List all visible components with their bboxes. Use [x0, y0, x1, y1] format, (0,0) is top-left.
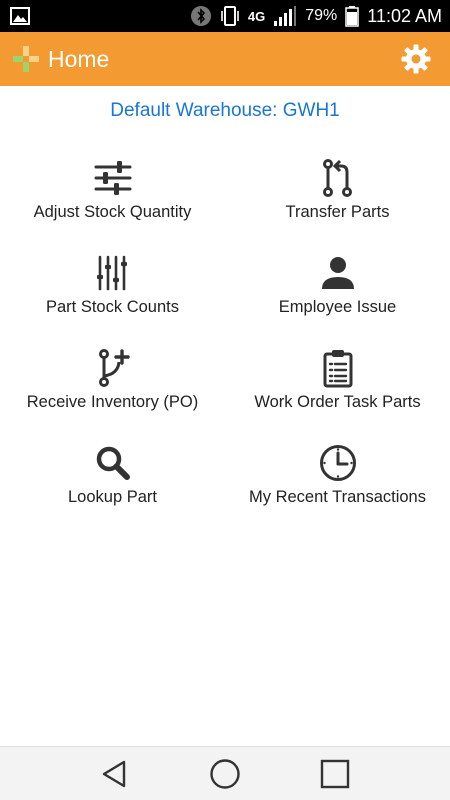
back-triangle-icon: [102, 760, 126, 787]
clipboard-icon: [323, 350, 352, 388]
back-button[interactable]: [95, 754, 135, 794]
person-icon: [321, 257, 354, 289]
menu-item-label: Part Stock Counts: [46, 298, 179, 316]
home-circle-icon: [210, 758, 240, 789]
status-bar-right: 4G 79% 11:02 AM: [190, 5, 442, 27]
menu-item-label: Lookup Part: [68, 488, 157, 506]
sliders-icon: [94, 161, 131, 195]
status-bar-left: [10, 7, 30, 25]
recents-button[interactable]: [315, 754, 355, 794]
page-title: Home: [48, 45, 110, 72]
counts-icon: [96, 255, 127, 291]
menu-item-employee-issue[interactable]: Employee Issue: [225, 253, 450, 348]
clock-icon: [319, 445, 356, 481]
search-icon: [96, 446, 130, 480]
menu-item-label: Receive Inventory (PO): [26, 393, 199, 411]
gear-icon[interactable]: [400, 43, 432, 75]
default-warehouse-link[interactable]: Default Warehouse: GWH1: [0, 100, 450, 122]
menu-item-part-stock-counts[interactable]: Part Stock Counts: [0, 253, 225, 348]
app-logo-icon: [13, 46, 39, 72]
status-bar: 4G 79% 11:02 AM: [0, 0, 450, 32]
receive-icon: [98, 349, 130, 387]
gallery-notification-icon: [10, 7, 30, 25]
menu-item-receive-inventory-po[interactable]: Receive Inventory (PO): [0, 348, 225, 443]
battery-percent: 79%: [305, 7, 338, 24]
menu-item-label: Work Order Task Parts: [254, 393, 421, 411]
battery-icon: [345, 6, 360, 27]
bluetooth-icon: [190, 6, 211, 26]
menu-item-label: Employee Issue: [278, 298, 397, 316]
menu-grid: Adjust Stock Quantity Transfer Parts Par…: [0, 158, 450, 538]
vibrate-icon: [221, 6, 239, 26]
menu-item-adjust-stock-quantity[interactable]: Adjust Stock Quantity: [0, 158, 225, 253]
menu-item-label: My Recent Transactions: [249, 488, 426, 506]
system-nav-bar: [0, 746, 450, 800]
clock: 11:02 AM: [367, 5, 442, 26]
network-type: 4G: [247, 8, 266, 24]
menu-item-lookup-part[interactable]: Lookup Part: [0, 443, 225, 538]
menu-item-label: Transfer Parts: [285, 203, 390, 221]
recents-square-icon: [320, 759, 350, 788]
signal-icon: [274, 6, 297, 26]
menu-item-transfer-parts[interactable]: Transfer Parts: [225, 158, 450, 253]
home-button[interactable]: [205, 754, 245, 794]
menu-item-label: Adjust Stock Quantity: [33, 203, 192, 221]
menu-item-my-recent-transactions[interactable]: My Recent Transactions: [225, 443, 450, 538]
transfer-icon: [322, 159, 352, 197]
menu-item-work-order-task-parts[interactable]: Work Order Task Parts: [225, 348, 450, 443]
app-bar: Home: [0, 32, 450, 86]
